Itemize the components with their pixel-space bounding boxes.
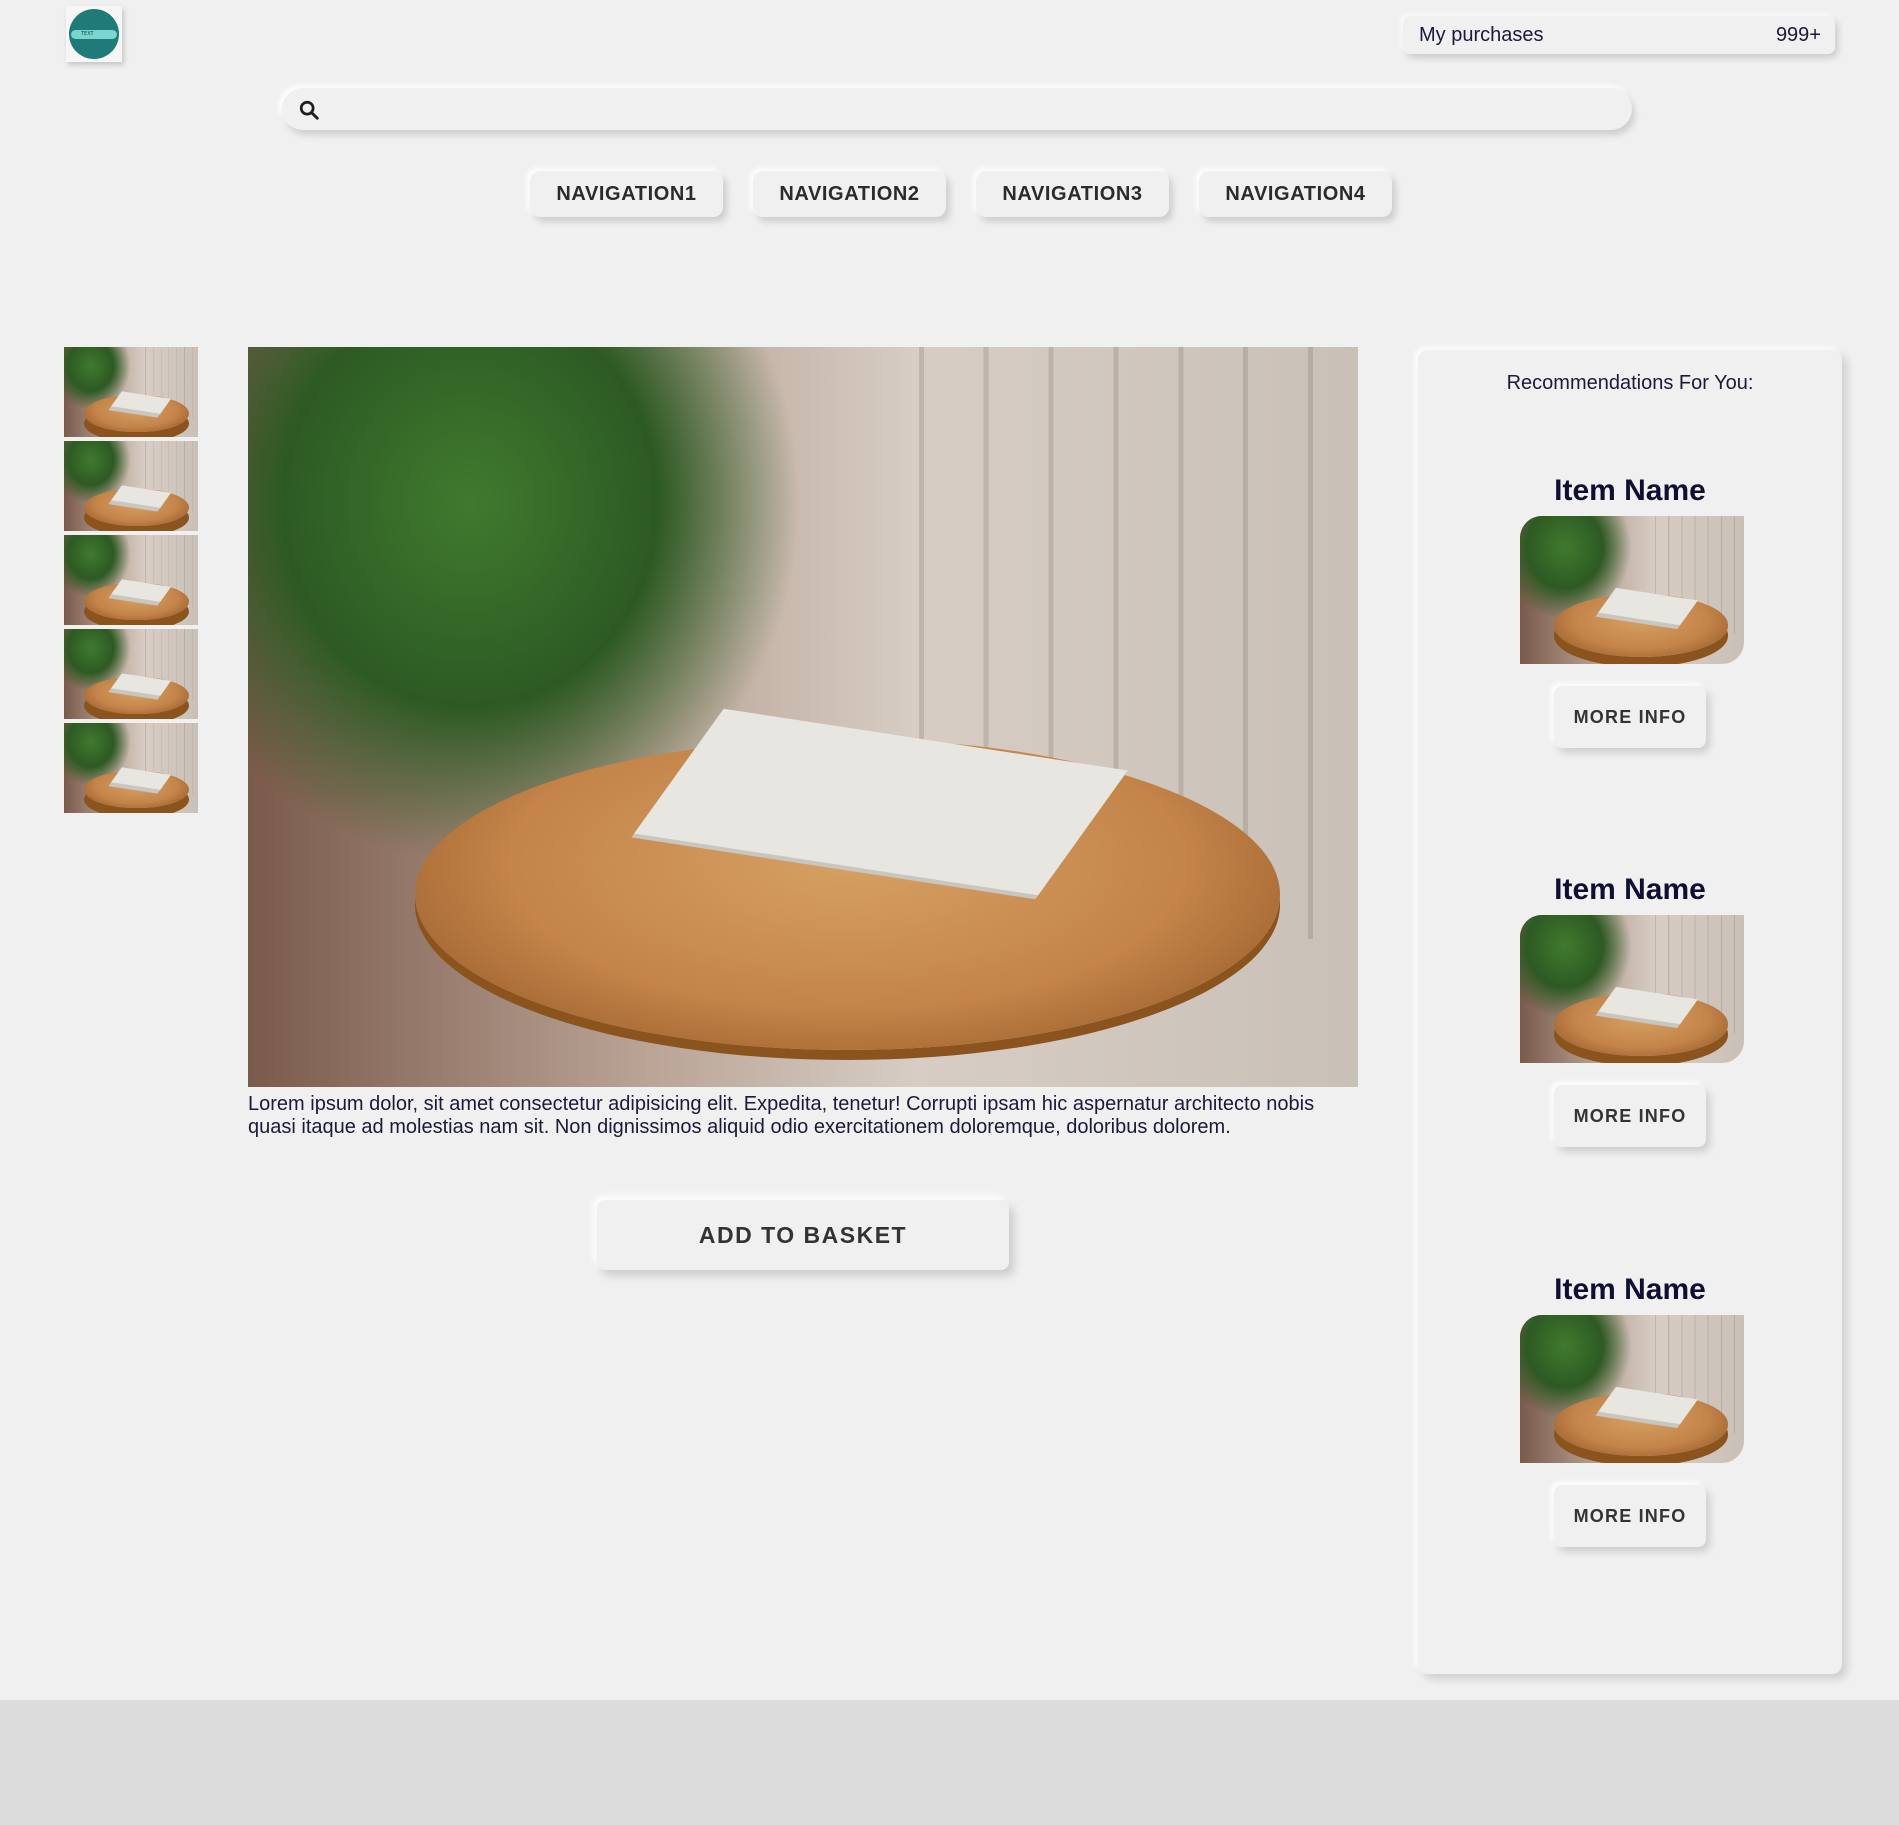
product-photo <box>64 347 198 437</box>
item-name: Item Name <box>1554 873 1706 906</box>
item-name: Item Name <box>1554 474 1706 507</box>
more-info-button[interactable]: MORE INFO <box>1554 1085 1706 1147</box>
product-thumbnail[interactable] <box>64 629 198 719</box>
product-thumbnail[interactable] <box>64 535 198 625</box>
search-input[interactable] <box>332 92 1612 126</box>
item-image[interactable] <box>1520 516 1744 664</box>
recommendation-item: Item Name MORE INFO <box>1418 474 1842 748</box>
my-purchases-button[interactable]: My purchases 999+ <box>1403 16 1835 54</box>
product-thumbnail[interactable] <box>64 723 198 813</box>
search-icon[interactable] <box>298 99 320 121</box>
product-thumbnail[interactable] <box>64 347 198 437</box>
product-photo <box>64 629 198 719</box>
item-name: Item Name <box>1554 1273 1706 1306</box>
footer <box>0 1700 1899 1825</box>
nav-item-2[interactable]: NAVIGATION2 <box>753 171 946 217</box>
recommendations-panel: Recommendations For You: Item Name MORE … <box>1418 350 1842 1674</box>
recommendations-title: Recommendations For You: <box>1506 372 1754 394</box>
product-photo <box>64 441 198 531</box>
recommendation-item: Item Name MORE INFO <box>1418 873 1842 1147</box>
purchases-count: 999+ <box>1775 23 1821 46</box>
logo[interactable]: TEXT <box>66 6 122 62</box>
product-photo <box>1520 1315 1744 1463</box>
my-purchases-label: My purchases <box>1419 23 1544 46</box>
product-main-image <box>248 347 1358 1087</box>
add-to-basket-button[interactable]: ADD TO BASKET <box>597 1200 1009 1270</box>
product-photo <box>1520 915 1744 1063</box>
product-description: Lorem ipsum dolor, sit amet consectetur … <box>248 1093 1315 1138</box>
search-bar[interactable] <box>282 88 1632 130</box>
more-info-button[interactable]: MORE INFO <box>1554 686 1706 748</box>
nav-item-4[interactable]: NAVIGATION4 <box>1199 171 1392 217</box>
recommendation-item: Item Name MORE INFO <box>1418 1273 1842 1547</box>
product-thumbnail[interactable] <box>64 441 198 531</box>
nav-item-1[interactable]: NAVIGATION1 <box>530 171 723 217</box>
more-info-button[interactable]: MORE INFO <box>1554 1485 1706 1547</box>
product-thumbnails <box>64 347 198 813</box>
logo-text: TEXT <box>71 29 117 39</box>
item-image[interactable] <box>1520 1315 1744 1463</box>
product-photo <box>1520 516 1744 664</box>
product-photo <box>248 347 1358 1087</box>
product-photo <box>64 535 198 625</box>
item-image[interactable] <box>1520 915 1744 1063</box>
logo-badge-icon: TEXT <box>69 9 119 59</box>
product-photo <box>64 723 198 813</box>
main-navigation: NAVIGATION1 NAVIGATION2 NAVIGATION3 NAVI… <box>530 171 1392 217</box>
nav-item-3[interactable]: NAVIGATION3 <box>976 171 1169 217</box>
